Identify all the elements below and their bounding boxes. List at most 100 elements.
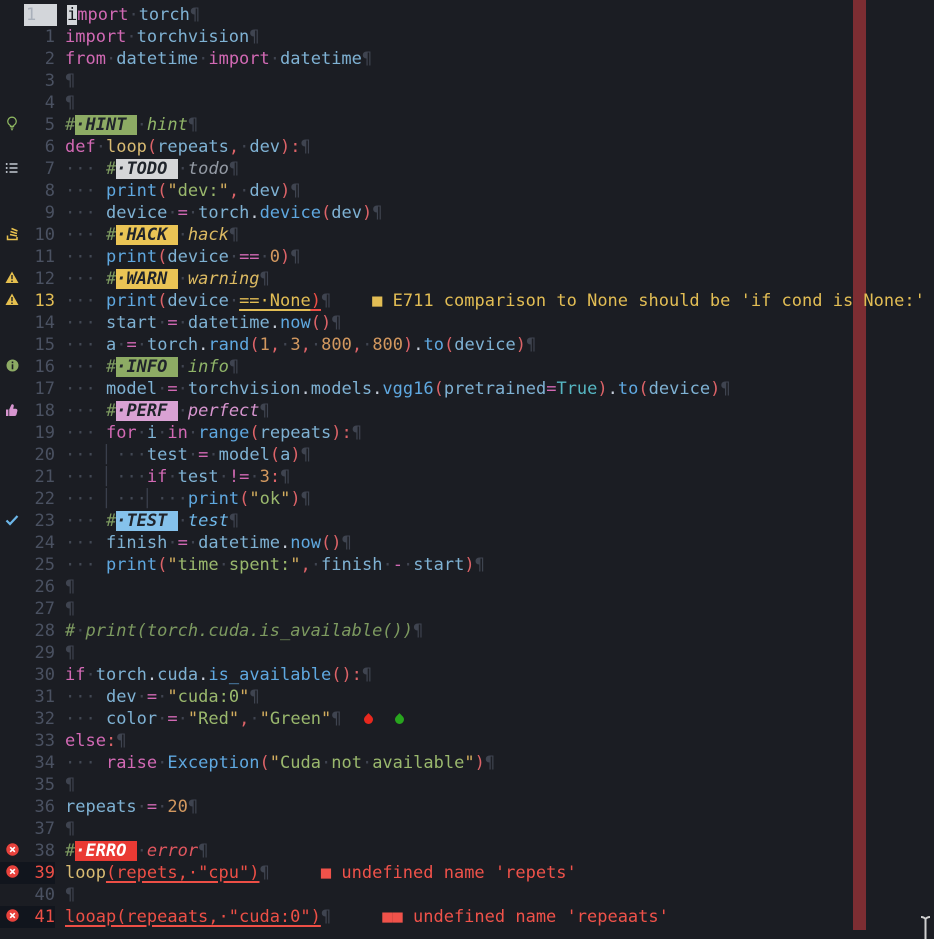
- gutter: 38: [0, 840, 55, 862]
- code-text[interactable]: ··· print(device·==·0)¶: [55, 246, 301, 268]
- code-text[interactable]: ··· ▏···test·=·model(a)¶: [55, 444, 311, 466]
- code-text[interactable]: import·torchvision¶: [55, 26, 260, 48]
- code-line[interactable]: 3¶: [0, 70, 934, 92]
- code-text[interactable]: ··· #·WARN ·warning¶: [55, 268, 270, 290]
- diagnostic-message: ■ E711 comparison to None should be 'if …: [372, 291, 925, 311]
- code-line[interactable]: 11··· print(device·==·0)¶: [0, 246, 934, 268]
- code-text[interactable]: #·HINT ·hint¶: [55, 114, 198, 136]
- error-icon: [0, 840, 24, 862]
- code-text[interactable]: ··· print(device·==·None)¶■ E711 compari…: [55, 290, 925, 312]
- code-line[interactable]: 19··· for·i·in·range(repeats):¶: [0, 422, 934, 444]
- code-text[interactable]: ··· ▏···if·test·!=·3:¶: [55, 466, 290, 488]
- code-text[interactable]: loop(repets,·"cpu")¶■ undefined name 're…: [55, 862, 577, 884]
- code-line[interactable]: 28#·print(torch.cuda.is_available())¶: [0, 620, 934, 642]
- code-line[interactable]: 2from·datetime·import·datetime¶: [0, 48, 934, 70]
- code-line[interactable]: 32··· color·=·"Red",·"Green"¶: [0, 708, 934, 730]
- code-line[interactable]: 16··· #·INFO ·info¶: [0, 356, 934, 378]
- code-line[interactable]: 38#·ERRO ·error¶: [0, 840, 934, 862]
- code-text[interactable]: import·torch¶: [57, 4, 200, 26]
- code-line[interactable]: 7··· #·TODO ·todo¶: [0, 158, 934, 180]
- line-number: 19: [24, 422, 55, 444]
- code-text[interactable]: ¶: [55, 598, 75, 620]
- code-line[interactable]: 25··· print("time·spent:",·finish·-·star…: [0, 554, 934, 576]
- gutter: 33: [0, 730, 55, 752]
- editor[interactable]: 1import·torch¶1import·torchvision¶2from·…: [0, 0, 934, 928]
- code-text[interactable]: ··· #·INFO ·info¶: [55, 356, 239, 378]
- code-text[interactable]: ¶: [55, 70, 75, 92]
- code-line[interactable]: 4¶: [0, 92, 934, 114]
- code-text[interactable]: ··· dev·=·"cuda:0"¶: [55, 686, 260, 708]
- code-line[interactable]: 36repeats·=·20¶: [0, 796, 934, 818]
- sign-column: [0, 554, 24, 576]
- code-line[interactable]: 22··· ▏···▏···print("ok")¶: [0, 488, 934, 510]
- code-text[interactable]: ··· #·HACK ·hack¶: [55, 224, 239, 246]
- code-line[interactable]: 14··· start·=·datetime.now()¶: [0, 312, 934, 334]
- code-line[interactable]: 34··· raise·Exception("Cuda·not·availabl…: [0, 752, 934, 774]
- code-text[interactable]: ··· #·TODO ·todo¶: [55, 158, 239, 180]
- code-text[interactable]: if·torch.cuda.is_available():¶: [55, 664, 372, 686]
- code-text[interactable]: repeats·=·20¶: [55, 796, 198, 818]
- line-number: 34: [24, 752, 55, 774]
- code-text[interactable]: ··· device·=·torch.device(dev)¶: [55, 202, 382, 224]
- code-line[interactable]: 9··· device·=·torch.device(dev)¶: [0, 202, 934, 224]
- code-line[interactable]: 8··· print("dev:",·dev)¶: [0, 180, 934, 202]
- sign-column: [0, 620, 24, 642]
- code-text[interactable]: #·print(torch.cuda.is_available())¶: [55, 620, 423, 642]
- code-text[interactable]: from·datetime·import·datetime¶: [55, 48, 372, 70]
- code-line[interactable]: 21··· ▏···if·test·!=·3:¶: [0, 466, 934, 488]
- line-number: 35: [24, 774, 55, 796]
- code-line[interactable]: 17··· model·=·torchvision.models.vgg16(p…: [0, 378, 934, 400]
- code-text[interactable]: #·ERRO ·error¶: [55, 840, 208, 862]
- code-line[interactable]: 39loop(repets,·"cpu")¶■ undefined name '…: [0, 862, 934, 884]
- code-text[interactable]: ··· print("time·spent:",·finish·-·start)…: [55, 554, 485, 576]
- code-line[interactable]: 33else:¶: [0, 730, 934, 752]
- code-line[interactable]: 29¶: [0, 642, 934, 664]
- code-text[interactable]: ··· for·i·in·range(repeats):¶: [55, 422, 362, 444]
- hack-icon: [0, 224, 24, 246]
- code-text[interactable]: ··· finish·=·datetime.now()¶: [55, 532, 352, 554]
- code-line[interactable]: 40¶: [0, 884, 934, 906]
- code-line[interactable]: 1import·torchvision¶: [0, 26, 934, 48]
- color-swatch-droplet-icon: [362, 713, 375, 726]
- code-line[interactable]: 6def·loop(repeats,·dev):¶: [0, 136, 934, 158]
- gutter: 15: [0, 334, 55, 356]
- code-line[interactable]: 31··· dev·=·"cuda:0"¶: [0, 686, 934, 708]
- code-line[interactable]: 35¶: [0, 774, 934, 796]
- code-text[interactable]: else:¶: [55, 730, 126, 752]
- code-line[interactable]: 1import·torch¶: [0, 4, 934, 26]
- code-line[interactable]: 27¶: [0, 598, 934, 620]
- sign-column: [0, 752, 24, 774]
- code-text[interactable]: ¶: [55, 774, 75, 796]
- line-number: 28: [24, 620, 55, 642]
- code-line[interactable]: 13··· print(device·==·None)¶■ E711 compa…: [0, 290, 934, 312]
- code-text[interactable]: ¶: [55, 818, 75, 840]
- code-text[interactable]: ··· model·=·torchvision.models.vgg16(pre…: [55, 378, 731, 400]
- code-text[interactable]: def·loop(repeats,·dev):¶: [55, 136, 311, 158]
- code-line[interactable]: 12··· #·WARN ·warning¶: [0, 268, 934, 290]
- code-text[interactable]: ··· raise·Exception("Cuda·not·available"…: [55, 752, 495, 774]
- code-line[interactable]: 30if·torch.cuda.is_available():¶: [0, 664, 934, 686]
- sign-column: [0, 576, 24, 598]
- code-text[interactable]: ··· ▏···▏···print("ok")¶: [55, 488, 311, 510]
- code-line[interactable]: 23··· #·TEST ·test¶: [0, 510, 934, 532]
- code-text[interactable]: looap(repeaats,·"cuda:0")¶■■ undefined n…: [55, 906, 669, 928]
- code-text[interactable]: ··· #·TEST ·test¶: [55, 510, 239, 532]
- code-text[interactable]: ··· color·=·"Red",·"Green"¶: [55, 708, 404, 730]
- code-line[interactable]: 37¶: [0, 818, 934, 840]
- code-line[interactable]: 41looap(repeaats,·"cuda:0")¶■■ undefined…: [0, 906, 934, 928]
- code-text[interactable]: ··· start·=·datetime.now()¶: [55, 312, 341, 334]
- code-text[interactable]: ¶: [55, 884, 75, 906]
- code-text[interactable]: ¶: [55, 92, 75, 114]
- code-line[interactable]: 15··· a·=·torch.rand(1,·3,·800,·800).to(…: [0, 334, 934, 356]
- code-text[interactable]: ¶: [55, 576, 75, 598]
- code-text[interactable]: ··· print("dev:",·dev)¶: [55, 180, 301, 202]
- code-line[interactable]: 20··· ▏···test·=·model(a)¶: [0, 444, 934, 466]
- code-line[interactable]: 26¶: [0, 576, 934, 598]
- code-text[interactable]: ··· #·PERF ·perfect¶: [55, 400, 270, 422]
- code-line[interactable]: 10··· #·HACK ·hack¶: [0, 224, 934, 246]
- code-line[interactable]: 24··· finish·=·datetime.now()¶: [0, 532, 934, 554]
- code-line[interactable]: 18··· #·PERF ·perfect¶: [0, 400, 934, 422]
- code-text[interactable]: ··· a·=·torch.rand(1,·3,·800,·800).to(de…: [55, 334, 536, 356]
- code-text[interactable]: ¶: [55, 642, 75, 664]
- code-line[interactable]: 5#·HINT ·hint¶: [0, 114, 934, 136]
